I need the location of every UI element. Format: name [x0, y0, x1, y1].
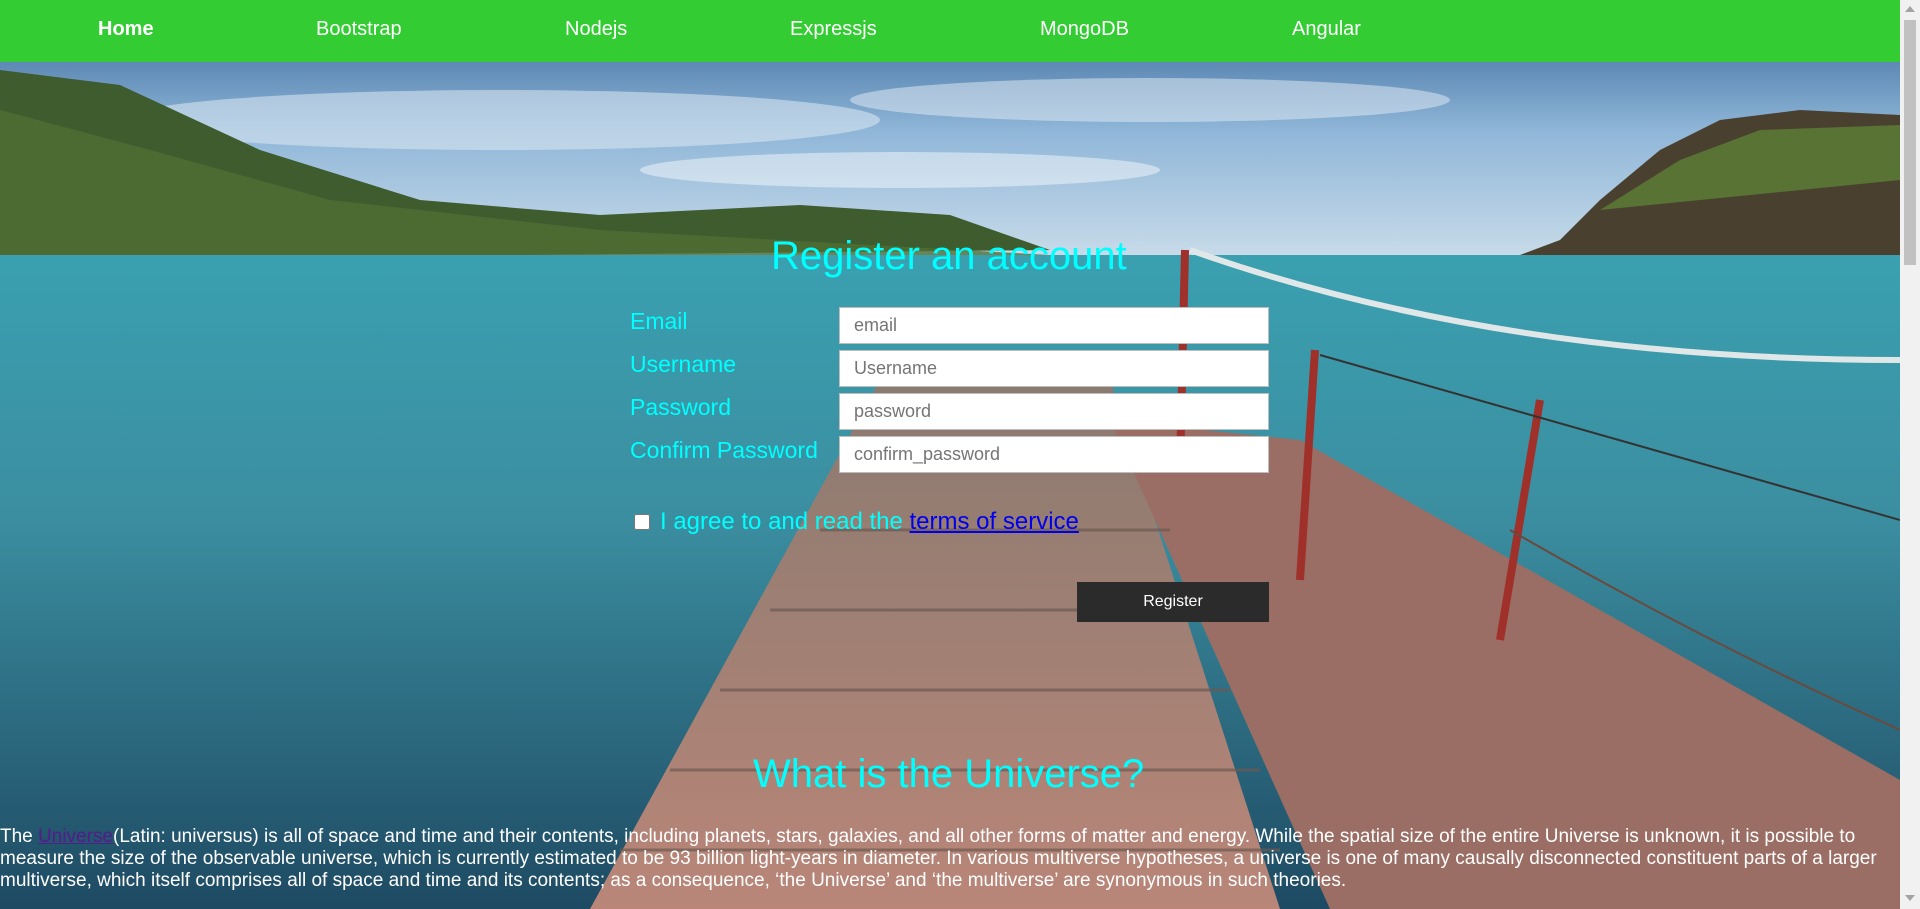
- scroll-down-arrow-icon[interactable]: [1905, 895, 1915, 901]
- username-field[interactable]: [839, 350, 1269, 387]
- page: Home Bootstrap Nodejs Expressjs MongoDB …: [0, 0, 1920, 909]
- scroll-up-arrow-icon[interactable]: [1905, 6, 1915, 12]
- email-label: Email: [630, 308, 688, 334]
- scrollbar-thumb[interactable]: [1904, 20, 1916, 265]
- universe-paragraph: The Universe(Latin: universus) is all of…: [0, 826, 1880, 892]
- email-field[interactable]: [839, 307, 1269, 344]
- vertical-scrollbar[interactable]: [1900, 0, 1920, 909]
- universe-heading: What is the Universe?: [753, 752, 1145, 796]
- nav-home-link[interactable]: Home: [98, 18, 154, 41]
- nav-nodejs-link[interactable]: Nodejs: [565, 18, 627, 41]
- username-label: Username: [630, 351, 737, 377]
- password-field[interactable]: [839, 393, 1269, 430]
- terms-of-service-link[interactable]: terms of service: [910, 508, 1079, 535]
- confirm-password-field[interactable]: [839, 436, 1269, 473]
- universe-link[interactable]: Universe: [38, 826, 113, 847]
- top-nav: Home Bootstrap Nodejs Expressjs MongoDB …: [0, 0, 1900, 62]
- terms-checkbox[interactable]: [634, 514, 650, 530]
- password-label: Password: [630, 394, 731, 420]
- confirm-password-label: Confirm Password: [630, 437, 818, 463]
- nav-angular-link[interactable]: Angular: [1292, 18, 1361, 41]
- agree-label: I agree to and read the: [660, 508, 910, 535]
- nav-mongodb-link[interactable]: MongoDB: [1040, 18, 1129, 41]
- register-title: Register an account: [771, 234, 1127, 278]
- paragraph-lead: The: [0, 826, 39, 847]
- register-button[interactable]: Register: [1077, 582, 1269, 622]
- nav-bootstrap-link[interactable]: Bootstrap: [316, 18, 402, 41]
- nav-expressjs-link[interactable]: Expressjs: [790, 18, 877, 41]
- paragraph-body: (Latin: universus) is all of space and t…: [0, 826, 1877, 891]
- terms-agreement-text: I agree to and read the terms of service: [660, 508, 1079, 536]
